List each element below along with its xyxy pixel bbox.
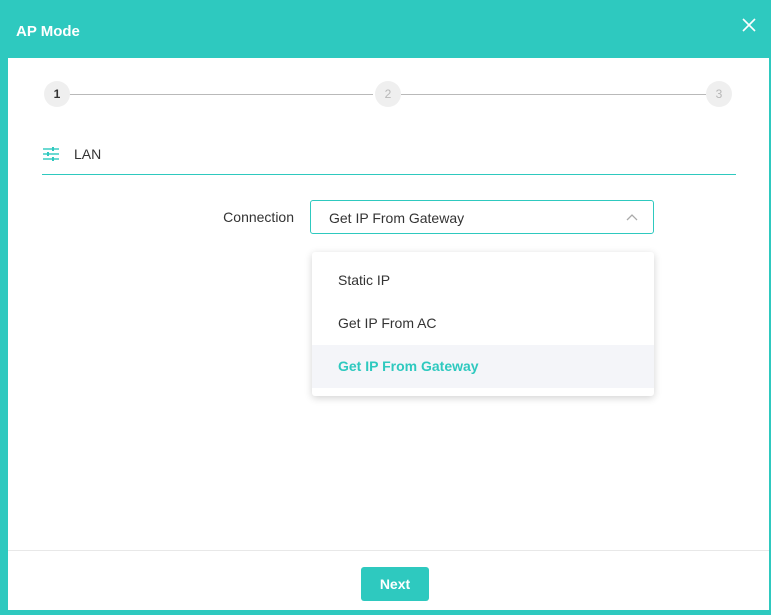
section-title: LAN (74, 146, 102, 162)
connection-select-value: Get IP From Gateway (329, 210, 465, 226)
option-get-ip-from-gateway[interactable]: Get IP From Gateway (312, 345, 654, 388)
option-static-ip[interactable]: Static IP (312, 259, 654, 302)
next-button[interactable]: Next (361, 567, 429, 601)
dialog-titlebar: AP Mode (0, 0, 771, 58)
ap-mode-dialog: AP Mode 1 2 3 LAN Connection Get IP From… (0, 0, 771, 615)
dialog-title: AP Mode (16, 23, 80, 40)
step-3: 3 (706, 81, 732, 107)
connection-label: Connection (223, 209, 294, 225)
dialog-footer: Next (8, 550, 769, 610)
step-1: 1 (44, 81, 70, 107)
step-connector-2 (401, 94, 706, 95)
sliders-icon (43, 147, 59, 161)
chevron-up-icon (626, 214, 638, 221)
dialog-body: 1 2 3 LAN Connection Get IP From Gateway (8, 58, 769, 610)
connection-select[interactable]: Get IP From Gateway (310, 200, 654, 234)
connection-dropdown: Static IP Get IP From AC Get IP From Gat… (312, 252, 654, 396)
close-icon[interactable] (738, 14, 760, 36)
step-connector-1 (68, 94, 373, 95)
lan-section-header: LAN (42, 142, 736, 175)
option-get-ip-from-ac[interactable]: Get IP From AC (312, 302, 654, 345)
step-2: 2 (375, 81, 401, 107)
